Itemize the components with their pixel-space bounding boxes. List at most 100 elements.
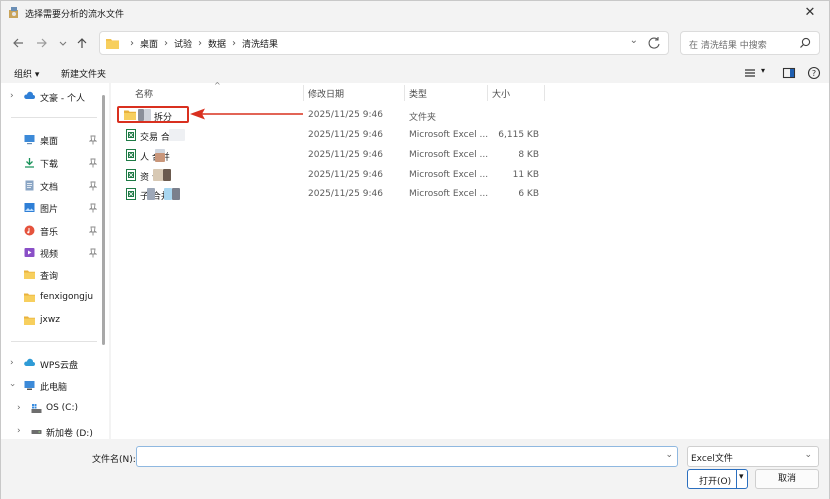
search-box[interactable]: 在 清洗结果 中搜索 <box>680 31 820 55</box>
chevron-right-icon[interactable]: › <box>10 91 14 101</box>
chevron-right-icon[interactable]: › <box>17 426 21 436</box>
pin-icon <box>89 203 97 213</box>
open-button[interactable]: 打开(O) ▾ <box>687 469 748 489</box>
download-icon <box>25 158 34 168</box>
sidebar-item-this-pc[interactable]: › 此电脑 <box>1 377 109 395</box>
refresh-icon[interactable] <box>646 35 662 51</box>
file-date: 2025/11/25 9:46 <box>308 110 383 120</box>
excel-file-icon <box>126 149 136 161</box>
address-bar[interactable]: › 桌面 › 试验 › 数据 › 清洗结果 ⌄ <box>99 31 669 55</box>
up-button[interactable] <box>72 33 92 53</box>
chevron-right-icon: › <box>130 38 134 49</box>
filename-field[interactable]: ⌄ <box>136 446 678 467</box>
chevron-down-icon[interactable]: ⌄ <box>804 450 812 460</box>
chevron-down-icon[interactable]: ⌄ <box>665 450 673 460</box>
table-row[interactable]: 交易 合并 2025/11/25 9:46 Microsoft Excel ..… <box>111 126 551 145</box>
column-divider[interactable] <box>544 85 545 101</box>
table-row[interactable]: 子 合并 2025/11/25 9:46 Microsoft Excel ...… <box>111 185 551 204</box>
open-dropdown-icon[interactable]: ▾ <box>739 472 744 482</box>
column-divider[interactable] <box>487 85 488 101</box>
sidebar-item-label: 下载 <box>40 160 59 170</box>
annotation-highlight-box <box>117 106 189 123</box>
window-title: 选择需要分析的流水文件 <box>25 10 125 20</box>
sidebar-scrollbar[interactable] <box>102 95 105 345</box>
sidebar-item-onedrive[interactable]: › 文豪 - 个人 <box>1 88 109 106</box>
sidebar-item-music[interactable]: 音乐 <box>1 222 109 240</box>
table-row[interactable]: 人 合并 2025/11/25 9:46 Microsoft Excel ...… <box>111 146 551 165</box>
sidebar-item-label: fenxigongju <box>40 292 94 302</box>
forward-button[interactable] <box>32 33 52 53</box>
close-button[interactable]: ✕ <box>801 4 819 22</box>
column-header-name[interactable]: 名称 <box>135 87 153 100</box>
chevron-right-icon[interactable]: › <box>17 403 21 413</box>
folder-icon <box>24 270 35 279</box>
chevron-right-icon: › <box>164 38 169 49</box>
pin-icon <box>89 226 97 236</box>
folder-icon <box>24 293 35 302</box>
desktop-icon <box>24 135 35 145</box>
column-divider[interactable] <box>303 85 304 101</box>
view-dropdown-icon[interactable]: ▾ <box>761 66 765 75</box>
column-header-date[interactable]: 修改日期 <box>308 87 344 100</box>
preview-pane-icon[interactable] <box>782 66 796 80</box>
sidebar-item-drive-d[interactable]: › 新加卷 (D:) <box>1 423 109 439</box>
redacted-text <box>153 169 163 181</box>
chevron-right-icon[interactable]: › <box>10 358 14 368</box>
document-icon <box>25 180 34 191</box>
excel-file-icon <box>126 188 136 200</box>
breadcrumb-item[interactable]: 试验 <box>174 37 192 50</box>
title-bar: 选择需要分析的流水文件 ✕ <box>1 1 829 25</box>
sidebar-item-downloads[interactable]: 下载 <box>1 154 109 172</box>
column-header-size[interactable]: 大小 <box>492 87 510 100</box>
help-icon[interactable]: ? <box>807 66 821 80</box>
search-input[interactable]: 在 清洗结果 中搜索 <box>689 38 767 51</box>
redacted-text <box>172 188 180 200</box>
redacted-text <box>169 129 185 141</box>
excel-file-icon <box>126 169 136 181</box>
sidebar-item-label: 图片 <box>40 205 59 215</box>
column-header-type[interactable]: 类型 <box>409 87 427 100</box>
button-divider <box>736 470 737 488</box>
sidebar-item-desktop[interactable]: 桌面 <box>1 131 109 149</box>
sidebar-item-label: 新加卷 (D:) <box>46 429 93 439</box>
open-button-label: 打开(O) <box>699 477 732 487</box>
sidebar-item-pictures[interactable]: 图片 <box>1 199 109 217</box>
navigation-pane: › 文豪 - 个人 桌面 下载 文档 图片 音乐 视频 查询 fenxigong… <box>1 83 109 439</box>
file-type: Microsoft Excel ... <box>409 150 489 160</box>
arrow-up-icon <box>77 38 87 48</box>
breadcrumb-item[interactable]: 数据 <box>208 37 226 50</box>
table-row[interactable]: 资 合并 2025/11/25 9:46 Microsoft Excel ...… <box>111 166 551 185</box>
sidebar-item-label: 查询 <box>40 272 59 282</box>
sidebar-item-wps-cloud[interactable]: › WPS云盘 <box>1 355 109 373</box>
back-button[interactable] <box>8 33 28 53</box>
sidebar-item-query[interactable]: 查询 <box>1 266 109 284</box>
sidebar-item-label: 文档 <box>40 183 59 193</box>
address-history-dropdown[interactable]: ⌄ <box>630 35 638 46</box>
chevron-down-icon[interactable]: › <box>7 383 17 387</box>
video-icon <box>24 248 35 257</box>
navigation-bar: › 桌面 › 试验 › 数据 › 清洗结果 ⌄ 在 清洗结果 中搜索 <box>1 29 829 57</box>
sidebar-item-jxwz[interactable]: jxwz <box>1 312 109 330</box>
breadcrumb: › 桌面 › 试验 › 数据 › 清洗结果 <box>124 37 278 50</box>
sidebar-item-videos[interactable]: 视频 <box>1 244 109 262</box>
breadcrumb-item[interactable]: 桌面 <box>140 37 158 50</box>
organize-button[interactable]: 组织 ▾ <box>14 67 39 80</box>
recent-locations-button[interactable] <box>53 33 73 53</box>
sidebar-item-fenxigongju[interactable]: fenxigongju <box>1 289 109 307</box>
sidebar-item-documents[interactable]: 文档 <box>1 177 109 195</box>
arrow-left-icon <box>13 38 23 48</box>
file-type-select[interactable]: Excel文件 ⌄ <box>687 446 819 467</box>
sidebar-item-label: 音乐 <box>40 228 59 238</box>
new-folder-button[interactable]: 新建文件夹 <box>61 67 106 80</box>
filename-label: 文件名(N): <box>92 455 136 465</box>
sidebar-item-label: 桌面 <box>40 137 59 147</box>
column-divider[interactable] <box>404 85 405 101</box>
breadcrumb-item[interactable]: 清洗结果 <box>242 37 278 50</box>
drive-icon <box>31 430 42 434</box>
redacted-text <box>155 153 165 162</box>
cancel-button[interactable]: 取消 <box>755 469 819 489</box>
sidebar-item-drive-c[interactable]: › OS (C:) <box>1 400 109 418</box>
view-options-icon[interactable] <box>743 66 757 80</box>
app-icon <box>9 7 18 18</box>
chevron-down-icon <box>59 41 67 46</box>
